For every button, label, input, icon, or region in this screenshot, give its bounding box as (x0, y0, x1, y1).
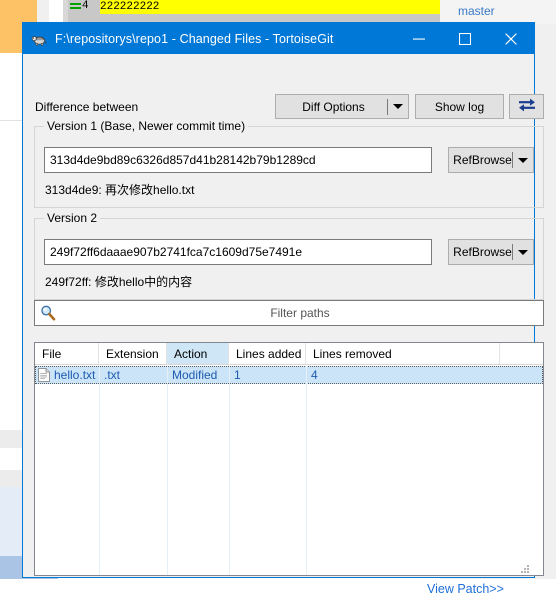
close-icon[interactable] (488, 23, 534, 54)
column-gridline (229, 364, 230, 575)
diff-options-button[interactable]: Diff Options (275, 94, 409, 119)
cell-action: Modified (172, 368, 218, 382)
version1-group-caption: Version 1 (Base, Newer commit time) (44, 119, 249, 133)
version2-hash-input[interactable]: 249f72ff6daaae907b2741fca7c1609d75e7491e (44, 239, 432, 265)
filter-paths-placeholder: Filter paths (270, 306, 330, 320)
tortoisegit-turtle-icon (31, 31, 47, 47)
column-gridline (99, 364, 100, 575)
title-bar[interactable]: F:\repositorys\repo1 - Changed Files - T… (23, 23, 534, 54)
column-gridline (167, 364, 168, 575)
version2-group-caption: Version 2 (44, 211, 101, 225)
version1-refbrowse-label: RefBrowse (453, 153, 512, 167)
caption-buttons (396, 23, 534, 54)
version1-commit-summary: 313d4de9: 再次修改hello.txt (45, 183, 195, 197)
cell-file: hello.txt (36, 367, 100, 383)
version2-commit-summary: 249f72ff: 修改hello中的内容 (45, 275, 193, 289)
show-log-label: Show log (434, 99, 485, 114)
background-gutter (37, 0, 49, 22)
cell-lines-added: 1 (234, 368, 241, 382)
difference-between-label: Difference between (35, 100, 139, 114)
version2-refbrowse-button[interactable]: RefBrowse (448, 239, 534, 265)
show-log-button[interactable]: Show log (415, 94, 504, 119)
view-patch-link[interactable]: View Patch>> (427, 582, 504, 596)
background-gutter (49, 0, 63, 22)
equals-marker-icon (70, 1, 81, 12)
resize-grip-icon[interactable] (519, 563, 531, 575)
search-icon (39, 304, 57, 322)
column-header-file[interactable]: File (35, 343, 99, 364)
chevron-down-icon[interactable] (513, 249, 533, 255)
maximize-icon[interactable] (442, 23, 488, 54)
column-header-extension[interactable]: Extension (99, 343, 167, 364)
file-name: hello.txt (54, 368, 96, 382)
column-gridline (306, 364, 307, 575)
text-file-icon (38, 368, 50, 382)
swap-versions-icon (517, 97, 537, 116)
dialog-client-area: Difference between Diff Options Show log… (23, 54, 544, 596)
window-title: F:\repositorys\repo1 - Changed Files - T… (55, 31, 334, 46)
background-branch-label: master (458, 4, 495, 18)
diff-options-label: Diff Options (302, 99, 365, 114)
version1-hash-input[interactable]: 313d4de9bd89c6326d857d41b28142b79b1289cd (44, 147, 432, 173)
changed-files-dialog: F:\repositorys\repo1 - Changed Files - T… (22, 22, 544, 596)
diff-line-number: 4 (82, 0, 89, 12)
list-gridlines (35, 364, 543, 575)
version1-refbrowse-button[interactable]: RefBrowse (448, 147, 534, 173)
list-body[interactable]: hello.txt .txt Modified 1 4 (35, 366, 543, 384)
chevron-down-icon[interactable] (513, 157, 533, 163)
column-header-lines-added[interactable]: Lines added (229, 343, 306, 364)
minimize-icon[interactable] (396, 23, 442, 54)
filter-paths-input[interactable]: Filter paths (34, 300, 544, 326)
cell-extension: .txt (104, 368, 121, 382)
column-header-action[interactable]: Action (167, 343, 229, 364)
diff-line-text: 222222222 (100, 0, 440, 14)
list-header-row: File Extension Action Lines added Lines remo… (35, 343, 543, 365)
chevron-down-icon[interactable] (388, 104, 408, 109)
cell-lines-removed: 4 (311, 368, 318, 382)
column-header-lines-removed[interactable]: Lines removed (306, 343, 500, 364)
changed-files-list[interactable]: File Extension Action Lines added Lines remo… (34, 342, 544, 576)
version2-refbrowse-label: RefBrowse (453, 245, 512, 259)
swap-versions-button[interactable] (509, 94, 544, 119)
table-row[interactable]: hello.txt .txt Modified 1 4 (35, 366, 543, 384)
